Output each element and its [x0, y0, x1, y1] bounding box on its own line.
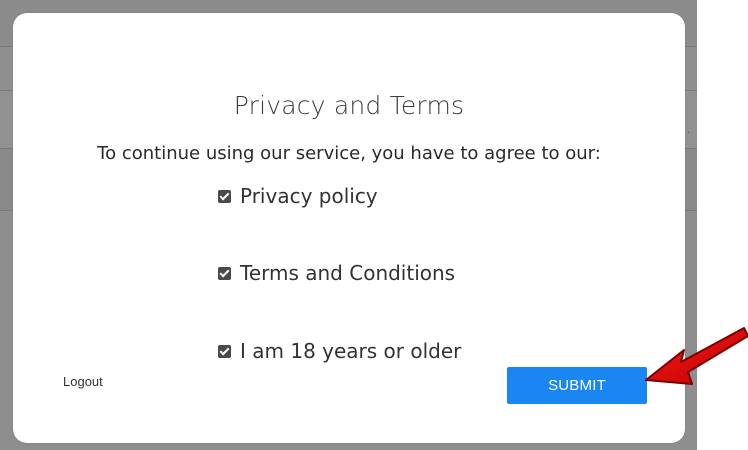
backdrop-ellipsis-icon: .: [687, 124, 691, 136]
submit-button[interactable]: SUBMIT: [507, 367, 647, 404]
age-confirmation-checkbox[interactable]: I am 18 years or older: [218, 339, 461, 363]
checkbox-checked-icon[interactable]: [218, 189, 231, 203]
terms-conditions-label: Terms and Conditions: [240, 261, 456, 285]
logout-link[interactable]: Logout: [63, 374, 103, 389]
checkbox-checked-icon[interactable]: [218, 344, 231, 358]
privacy-terms-dialog: Privacy and Terms To continue using our …: [13, 13, 685, 443]
dialog-intro-text: To continue using our service, you have …: [97, 143, 601, 164]
age-confirmation-label: I am 18 years or older: [240, 339, 462, 363]
dialog-title: Privacy and Terms: [233, 91, 465, 120]
privacy-policy-checkbox[interactable]: Privacy policy: [218, 184, 378, 208]
arrow-pointer-icon: [645, 327, 748, 385]
checkbox-checked-icon[interactable]: [218, 266, 231, 280]
privacy-policy-label: Privacy policy: [240, 184, 378, 208]
terms-conditions-checkbox[interactable]: Terms and Conditions: [218, 261, 455, 285]
